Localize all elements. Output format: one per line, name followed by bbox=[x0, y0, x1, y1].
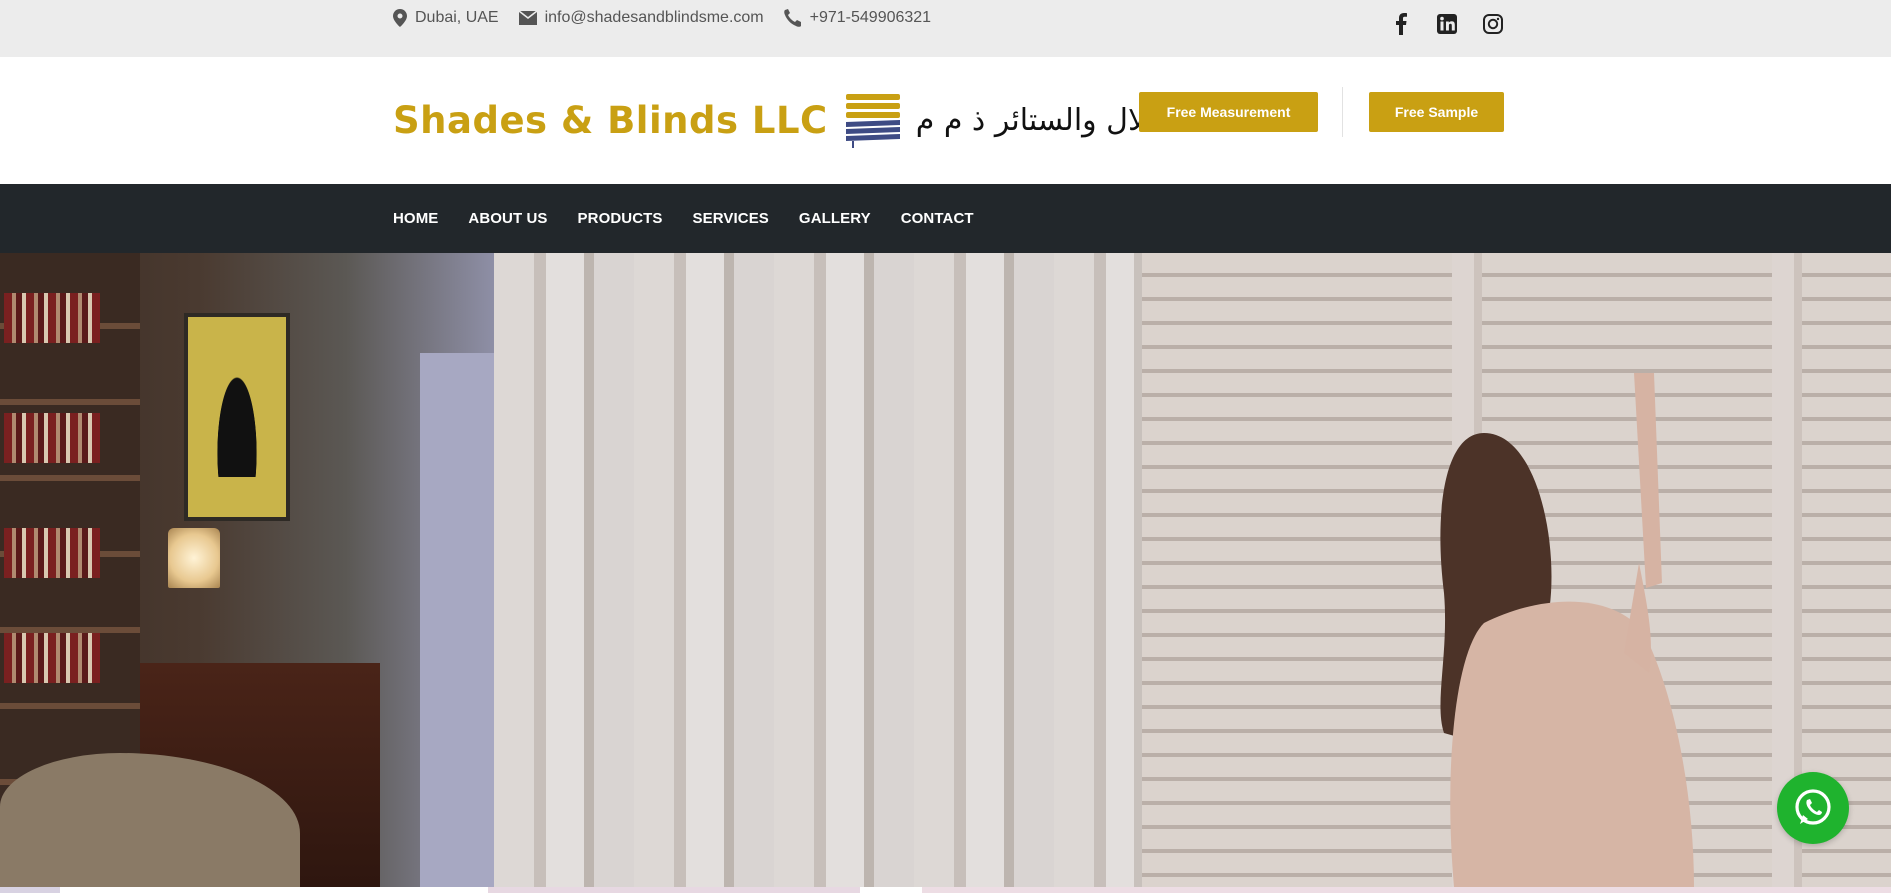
header-divider bbox=[1342, 87, 1343, 137]
main-navigation: HOME ABOUT US PRODUCTS SERVICES GALLERY … bbox=[0, 184, 1891, 253]
nav-item-products[interactable]: PRODUCTS bbox=[578, 210, 663, 227]
email-link[interactable]: info@shadesandblindsme.com bbox=[545, 9, 764, 27]
linkedin-icon[interactable] bbox=[1434, 11, 1460, 37]
instagram-icon[interactable] bbox=[1480, 11, 1506, 37]
site-logo[interactable]: Shades & Blinds LLC الظلال والستائر ذ م … bbox=[393, 94, 1188, 148]
hero-slider bbox=[0, 253, 1891, 887]
books-row bbox=[4, 413, 100, 463]
facebook-icon[interactable] bbox=[1388, 11, 1414, 37]
painting-figure bbox=[212, 357, 262, 477]
top-bar: Dubai, UAE info@shadesandblindsme.com +9… bbox=[0, 0, 1891, 57]
room-wall bbox=[420, 353, 494, 887]
wall-painting bbox=[184, 313, 290, 521]
free-measurement-button[interactable]: Free Measurement bbox=[1139, 92, 1318, 132]
phone-item[interactable]: +971-549906321 bbox=[783, 9, 931, 27]
site-header: Shades & Blinds LLC الظلال والستائر ذ م … bbox=[0, 57, 1891, 184]
email-item[interactable]: info@shadesandblindsme.com bbox=[518, 9, 764, 27]
blinds-logo-icon bbox=[845, 94, 900, 148]
content-strip bbox=[0, 887, 1891, 893]
whatsapp-icon bbox=[1795, 789, 1831, 825]
location-item: Dubai, UAE bbox=[393, 9, 499, 27]
nav-item-services[interactable]: SERVICES bbox=[693, 210, 769, 227]
phone-icon bbox=[783, 9, 801, 27]
contact-info: Dubai, UAE info@shadesandblindsme.com +9… bbox=[393, 9, 951, 27]
nav-item-gallery[interactable]: GALLERY bbox=[799, 210, 871, 227]
location-text: Dubai, UAE bbox=[415, 9, 499, 26]
map-marker-icon bbox=[393, 9, 407, 27]
whatsapp-button[interactable] bbox=[1777, 772, 1849, 844]
hero-overlay bbox=[494, 253, 1891, 887]
nav-item-contact[interactable]: CONTACT bbox=[901, 210, 974, 227]
table-lamp bbox=[168, 528, 220, 588]
books-row bbox=[4, 528, 100, 578]
phone-link[interactable]: +971-549906321 bbox=[810, 9, 931, 27]
social-links bbox=[1388, 11, 1506, 37]
books-row bbox=[4, 633, 100, 683]
envelope-icon bbox=[518, 11, 537, 25]
free-sample-button[interactable]: Free Sample bbox=[1369, 92, 1504, 132]
brand-name: Shades & Blinds LLC bbox=[393, 98, 828, 142]
nav-item-home[interactable]: HOME bbox=[393, 210, 438, 227]
hero-image-living-room bbox=[0, 253, 494, 887]
nav-item-about-us[interactable]: ABOUT US bbox=[468, 210, 547, 227]
books-row bbox=[4, 293, 100, 343]
